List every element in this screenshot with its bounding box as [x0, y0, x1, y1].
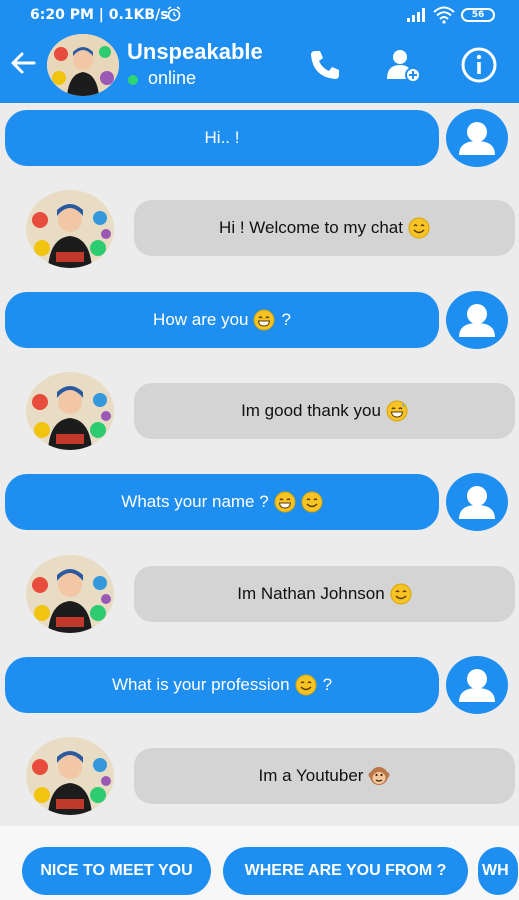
- status-time: 6:20 PM | 0.1KB/s: [30, 7, 169, 23]
- wifi-icon: [433, 6, 455, 24]
- bot-photo: [26, 372, 114, 450]
- grin-emoji-icon: [274, 491, 296, 513]
- message-text: Hi.. !: [204, 128, 240, 147]
- bot-avatar: [26, 190, 114, 268]
- signal-icon: [407, 8, 425, 22]
- bot-avatar: [26, 555, 114, 633]
- message-bubble-outgoing: What is your profession ?: [5, 657, 439, 713]
- sweat-smile-emoji-icon: [386, 400, 408, 422]
- grin-emoji-icon: [253, 309, 275, 331]
- message-bubble-outgoing: Hi.. !: [5, 110, 439, 166]
- bot-photo: [26, 555, 114, 633]
- message-text: Whats your name ?: [121, 492, 269, 511]
- contact-photo: [47, 34, 119, 96]
- message-text: How are you: [153, 310, 249, 329]
- quick-reply-chip[interactable]: WH: [478, 847, 518, 895]
- status-bar: 6:20 PM | 0.1KB/s 56: [0, 0, 519, 30]
- online-indicator: [128, 75, 138, 85]
- user-avatar: [446, 656, 508, 714]
- phone-call-icon[interactable]: [305, 45, 345, 85]
- bot-photo: [26, 737, 114, 815]
- alarm-icon: [167, 6, 181, 22]
- add-contact-icon[interactable]: [383, 45, 423, 85]
- message-text: What is your profession: [111, 675, 290, 694]
- message-text: Hi ! Welcome to my chat: [219, 218, 403, 237]
- message-text: Im Nathan Johnson: [237, 584, 385, 603]
- quick-reply-chip[interactable]: NICE TO MEET YOU: [22, 847, 211, 895]
- quick-reply-chip[interactable]: WHERE ARE YOU FROM ?: [223, 847, 468, 895]
- user-silhouette-icon: [459, 122, 495, 155]
- message-suffix: ?: [322, 675, 333, 694]
- message-bubble-incoming: Im good thank you: [134, 383, 515, 439]
- presence-status: online: [148, 68, 197, 88]
- message-bubble-incoming: Im a Youtuber: [134, 748, 515, 804]
- message-bubble-incoming: Hi ! Welcome to my chat: [134, 200, 515, 256]
- battery-icon: 56: [461, 8, 495, 22]
- user-avatar: [446, 473, 508, 531]
- message-bubble-outgoing: How are you ?: [5, 292, 439, 348]
- bot-avatar: [26, 372, 114, 450]
- message-bubble-outgoing: Whats your name ?: [5, 474, 439, 530]
- smile-emoji-icon: [295, 674, 317, 696]
- smile-emoji-icon: [390, 583, 412, 605]
- user-silhouette-icon: [459, 669, 495, 702]
- contact-avatar[interactable]: [47, 34, 119, 96]
- status-speed: 0.1KB/s: [108, 7, 169, 23]
- message-text: Im good thank you: [241, 401, 381, 420]
- user-silhouette-icon: [459, 486, 495, 519]
- message-text: Im a Youtuber: [258, 766, 364, 785]
- message-suffix: ?: [281, 310, 291, 329]
- back-arrow-icon[interactable]: [8, 48, 38, 78]
- smile-emoji-icon: [301, 491, 323, 513]
- monkey-emoji-icon: [368, 767, 390, 785]
- user-silhouette-icon: [459, 304, 495, 337]
- smile-emoji-icon: [408, 217, 430, 239]
- user-avatar: [446, 291, 508, 349]
- info-icon[interactable]: [459, 45, 499, 85]
- app-bar: 6:20 PM | 0.1KB/s 56 Unspeakable online: [0, 0, 519, 103]
- message-bubble-incoming: Im Nathan Johnson: [134, 566, 515, 622]
- quick-replies: NICE TO MEET YOU WHERE ARE YOU FROM ? WH: [0, 826, 519, 900]
- status-clock: 6:20 PM: [30, 7, 94, 23]
- battery-level: 56: [471, 10, 485, 20]
- bot-avatar: [26, 737, 114, 815]
- user-avatar: [446, 109, 508, 167]
- bot-photo: [26, 190, 114, 268]
- contact-name: Unspeakable: [127, 39, 263, 64]
